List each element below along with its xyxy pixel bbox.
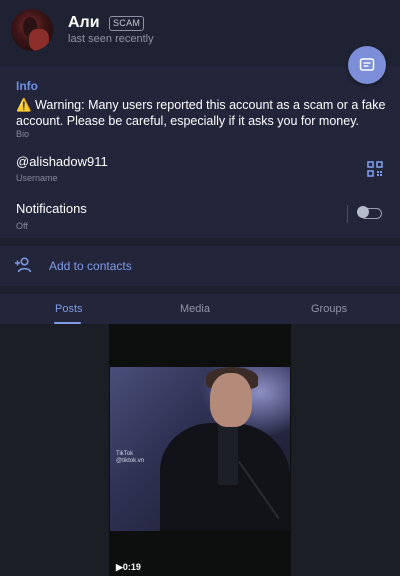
avatar[interactable] <box>11 9 53 51</box>
bio-text[interactable]: ⚠️ Warning: Many users reported this acc… <box>16 97 388 129</box>
username-value[interactable]: @alishadow911 <box>16 154 108 169</box>
qr-code-icon[interactable] <box>367 161 383 177</box>
add-person-icon <box>15 257 32 273</box>
profile-name: Али <box>68 14 100 31</box>
video-duration-text: 0:19 <box>122 562 141 572</box>
video-watermark-brand: TikTok <box>116 451 134 457</box>
play-icon: ▶ <box>116 562 123 572</box>
profile-header: Али SCAM last seen recently <box>0 0 400 66</box>
last-seen-status: last seen recently <box>68 33 154 45</box>
message-icon <box>359 58 375 71</box>
video-duration: ▶0:19 <box>116 562 141 573</box>
tab-posts[interactable]: Posts <box>55 303 83 315</box>
notifications-toggle-knob[interactable] <box>357 206 369 218</box>
message-button[interactable] <box>348 46 386 84</box>
notifications-title: Notifications <box>16 201 87 216</box>
video-watermark-handle: @tiktok.vn <box>116 458 145 464</box>
username-label: Username <box>16 173 58 183</box>
notifications-status: Off <box>16 221 28 231</box>
info-section: Info ⚠️ Warning: Many users reported thi… <box>0 66 400 238</box>
video-watermark: TikTok @tiktok.vn <box>116 451 144 465</box>
info-title: Info <box>16 79 38 93</box>
tab-groups[interactable]: Groups <box>311 303 347 315</box>
bio-label: Bio <box>16 129 30 139</box>
profile-tabs: Posts Media Groups <box>0 294 400 324</box>
tab-media[interactable]: Media <box>180 303 210 315</box>
notifications-divider <box>347 205 348 223</box>
scam-badge: SCAM <box>109 16 145 31</box>
video-thumbnail[interactable]: TikTok @tiktok.vn <box>110 367 290 531</box>
add-to-contacts-label: Add to contacts <box>49 259 132 273</box>
notifications-row[interactable]: Notifications Off <box>0 190 400 238</box>
add-to-contacts-button[interactable]: Add to contacts <box>0 246 400 286</box>
